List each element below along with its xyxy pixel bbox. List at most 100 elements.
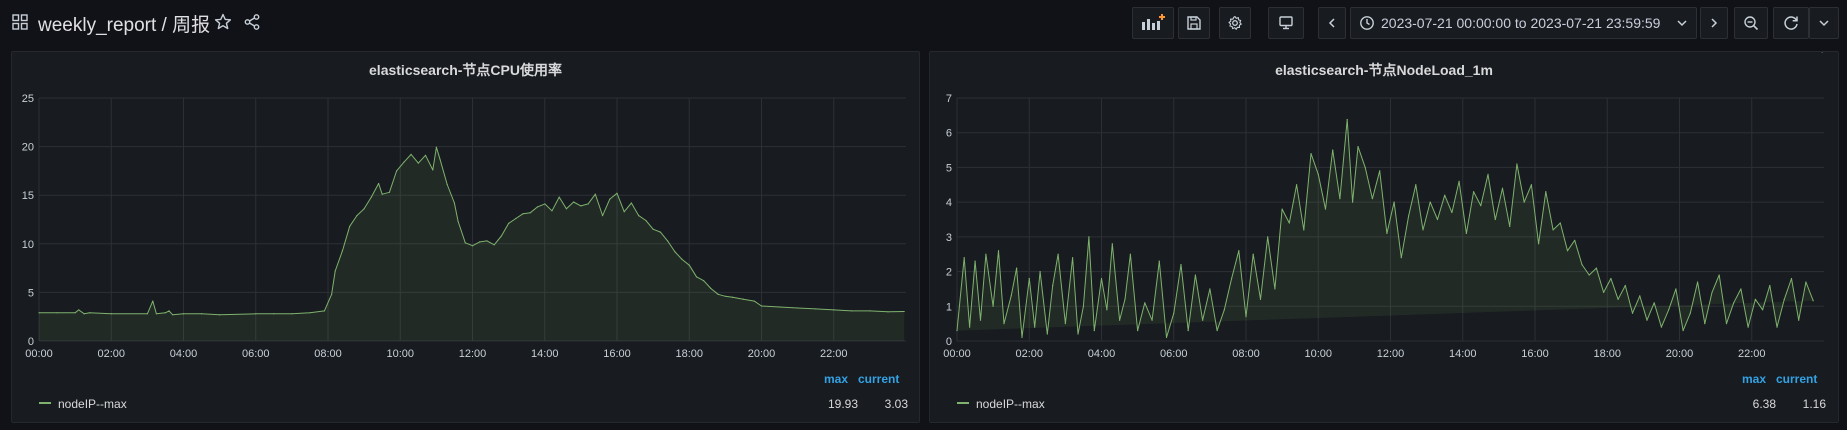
data-point [1559,222,1561,224]
data-point [1072,257,1074,259]
legend-series-swatch[interactable] [957,402,969,404]
data-point [1509,225,1511,228]
legend-current-header[interactable]: current [1776,372,1817,386]
data-point [1465,232,1467,234]
legend-max-header[interactable]: max [1742,372,1766,386]
data-point [1494,218,1496,221]
data-point [356,215,358,217]
x-tick-label: 16:00 [603,348,631,360]
x-tick-label: 18:00 [1593,348,1621,360]
data-point [609,198,611,200]
star-icon[interactable] [214,13,232,31]
x-tick-label: 12:00 [1377,348,1405,360]
data-point [341,250,344,252]
data-point [1010,295,1012,297]
tv-mode-button[interactable] [1268,7,1304,39]
add-panel-button[interactable] [1132,7,1174,39]
y-tick-label: 6 [946,128,952,140]
x-tick-label: 08:00 [1232,348,1260,360]
data-point [1064,323,1066,325]
data-point [1393,201,1395,203]
refresh-button[interactable] [1773,7,1809,39]
data-point [1545,191,1547,193]
data-point [1689,312,1691,314]
data-point [956,329,958,332]
data-point [349,225,351,227]
x-tick-label: 10:00 [386,348,414,360]
data-point [760,305,763,307]
data-point [370,196,372,198]
data-point [471,245,474,247]
data-point [1274,288,1276,290]
chevron-right-icon [1711,18,1718,28]
data-point [1783,298,1785,300]
data-point [1639,295,1641,297]
data-point [164,312,167,314]
zoom-out-button[interactable] [1734,7,1768,39]
data-point [1106,309,1108,311]
data-point [1124,298,1126,300]
data-point [1209,288,1211,290]
legend-current-value: 3.03 [884,397,908,411]
refresh-interval-dropdown[interactable] [1809,7,1839,39]
grid-icon[interactable] [12,14,28,30]
legend-series-name[interactable]: nodeIP--max [976,397,1045,411]
x-tick-label: 16:00 [1521,348,1549,360]
data-point [1451,211,1453,214]
data-point [1617,298,1619,300]
legend-current-header[interactable]: current [858,372,899,386]
x-tick-label: 06:00 [242,348,270,360]
data-point [580,205,582,207]
data-point [1790,277,1793,280]
data-point [1003,323,1005,325]
data-point [522,213,524,215]
data-point [1230,277,1233,280]
data-point [1407,215,1410,217]
data-point [851,310,853,312]
time-range-picker[interactable]: 2023-07-21 00:00:00 to 2023-07-21 23:59:… [1350,7,1697,39]
data-point [1516,163,1518,165]
data-point [1245,316,1247,318]
share-icon[interactable] [243,13,261,31]
data-point [1487,173,1489,175]
x-tick-label: 00:00 [25,348,53,360]
data-point [1238,250,1240,252]
data-point [1057,253,1059,255]
x-tick-label: 00:00 [943,348,971,360]
data-point [323,310,325,312]
data-point [1776,326,1778,328]
data-point [200,313,203,315]
data-point [1400,257,1402,259]
top-bar: weekly_report / 周报 2023-07-21 00:00:00 t… [0,0,1847,46]
data-point [645,219,647,222]
data-point [446,183,448,186]
data-point [710,287,712,290]
chart-cpu-usage: 0 5 10 15 20 25 00:00 02:00 04:00 06:00 08:00 10:00… [22,93,906,360]
legend-max-header[interactable]: max [824,372,848,386]
data-point [1144,302,1146,304]
dashboard-title[interactable]: weekly_report / 周报 [38,10,210,37]
settings-button[interactable] [1219,7,1251,39]
data-point [1187,329,1189,332]
data-point [1351,201,1354,203]
save-button[interactable] [1178,7,1210,39]
data-point [182,313,185,315]
data-point [1173,312,1175,314]
data-point [1021,336,1023,339]
data-point [410,153,412,155]
x-tick-label: 14:00 [1449,348,1477,360]
time-shift-forward-button[interactable] [1700,7,1728,39]
data-point [623,211,625,213]
data-point [1259,298,1262,300]
panel-node-load[interactable]: elasticsearch-节点NodeLoad_1m 0 1 2 3 4 5 6 7 00:0… [929,51,1839,423]
data-point [74,312,76,314]
legend-series-name[interactable]: nodeIP--max [58,397,127,411]
data-point [544,203,546,205]
panel-cpu-usage[interactable]: elasticsearch-节点CPU使用率 0 5 10 15 20 25 00:00 02… [11,51,920,423]
legend-series-swatch[interactable] [39,402,51,404]
data-point [1310,152,1312,155]
data-point [486,240,488,242]
data-point [1034,326,1036,328]
data-point [1039,270,1041,273]
time-shift-back-button[interactable] [1318,7,1346,39]
